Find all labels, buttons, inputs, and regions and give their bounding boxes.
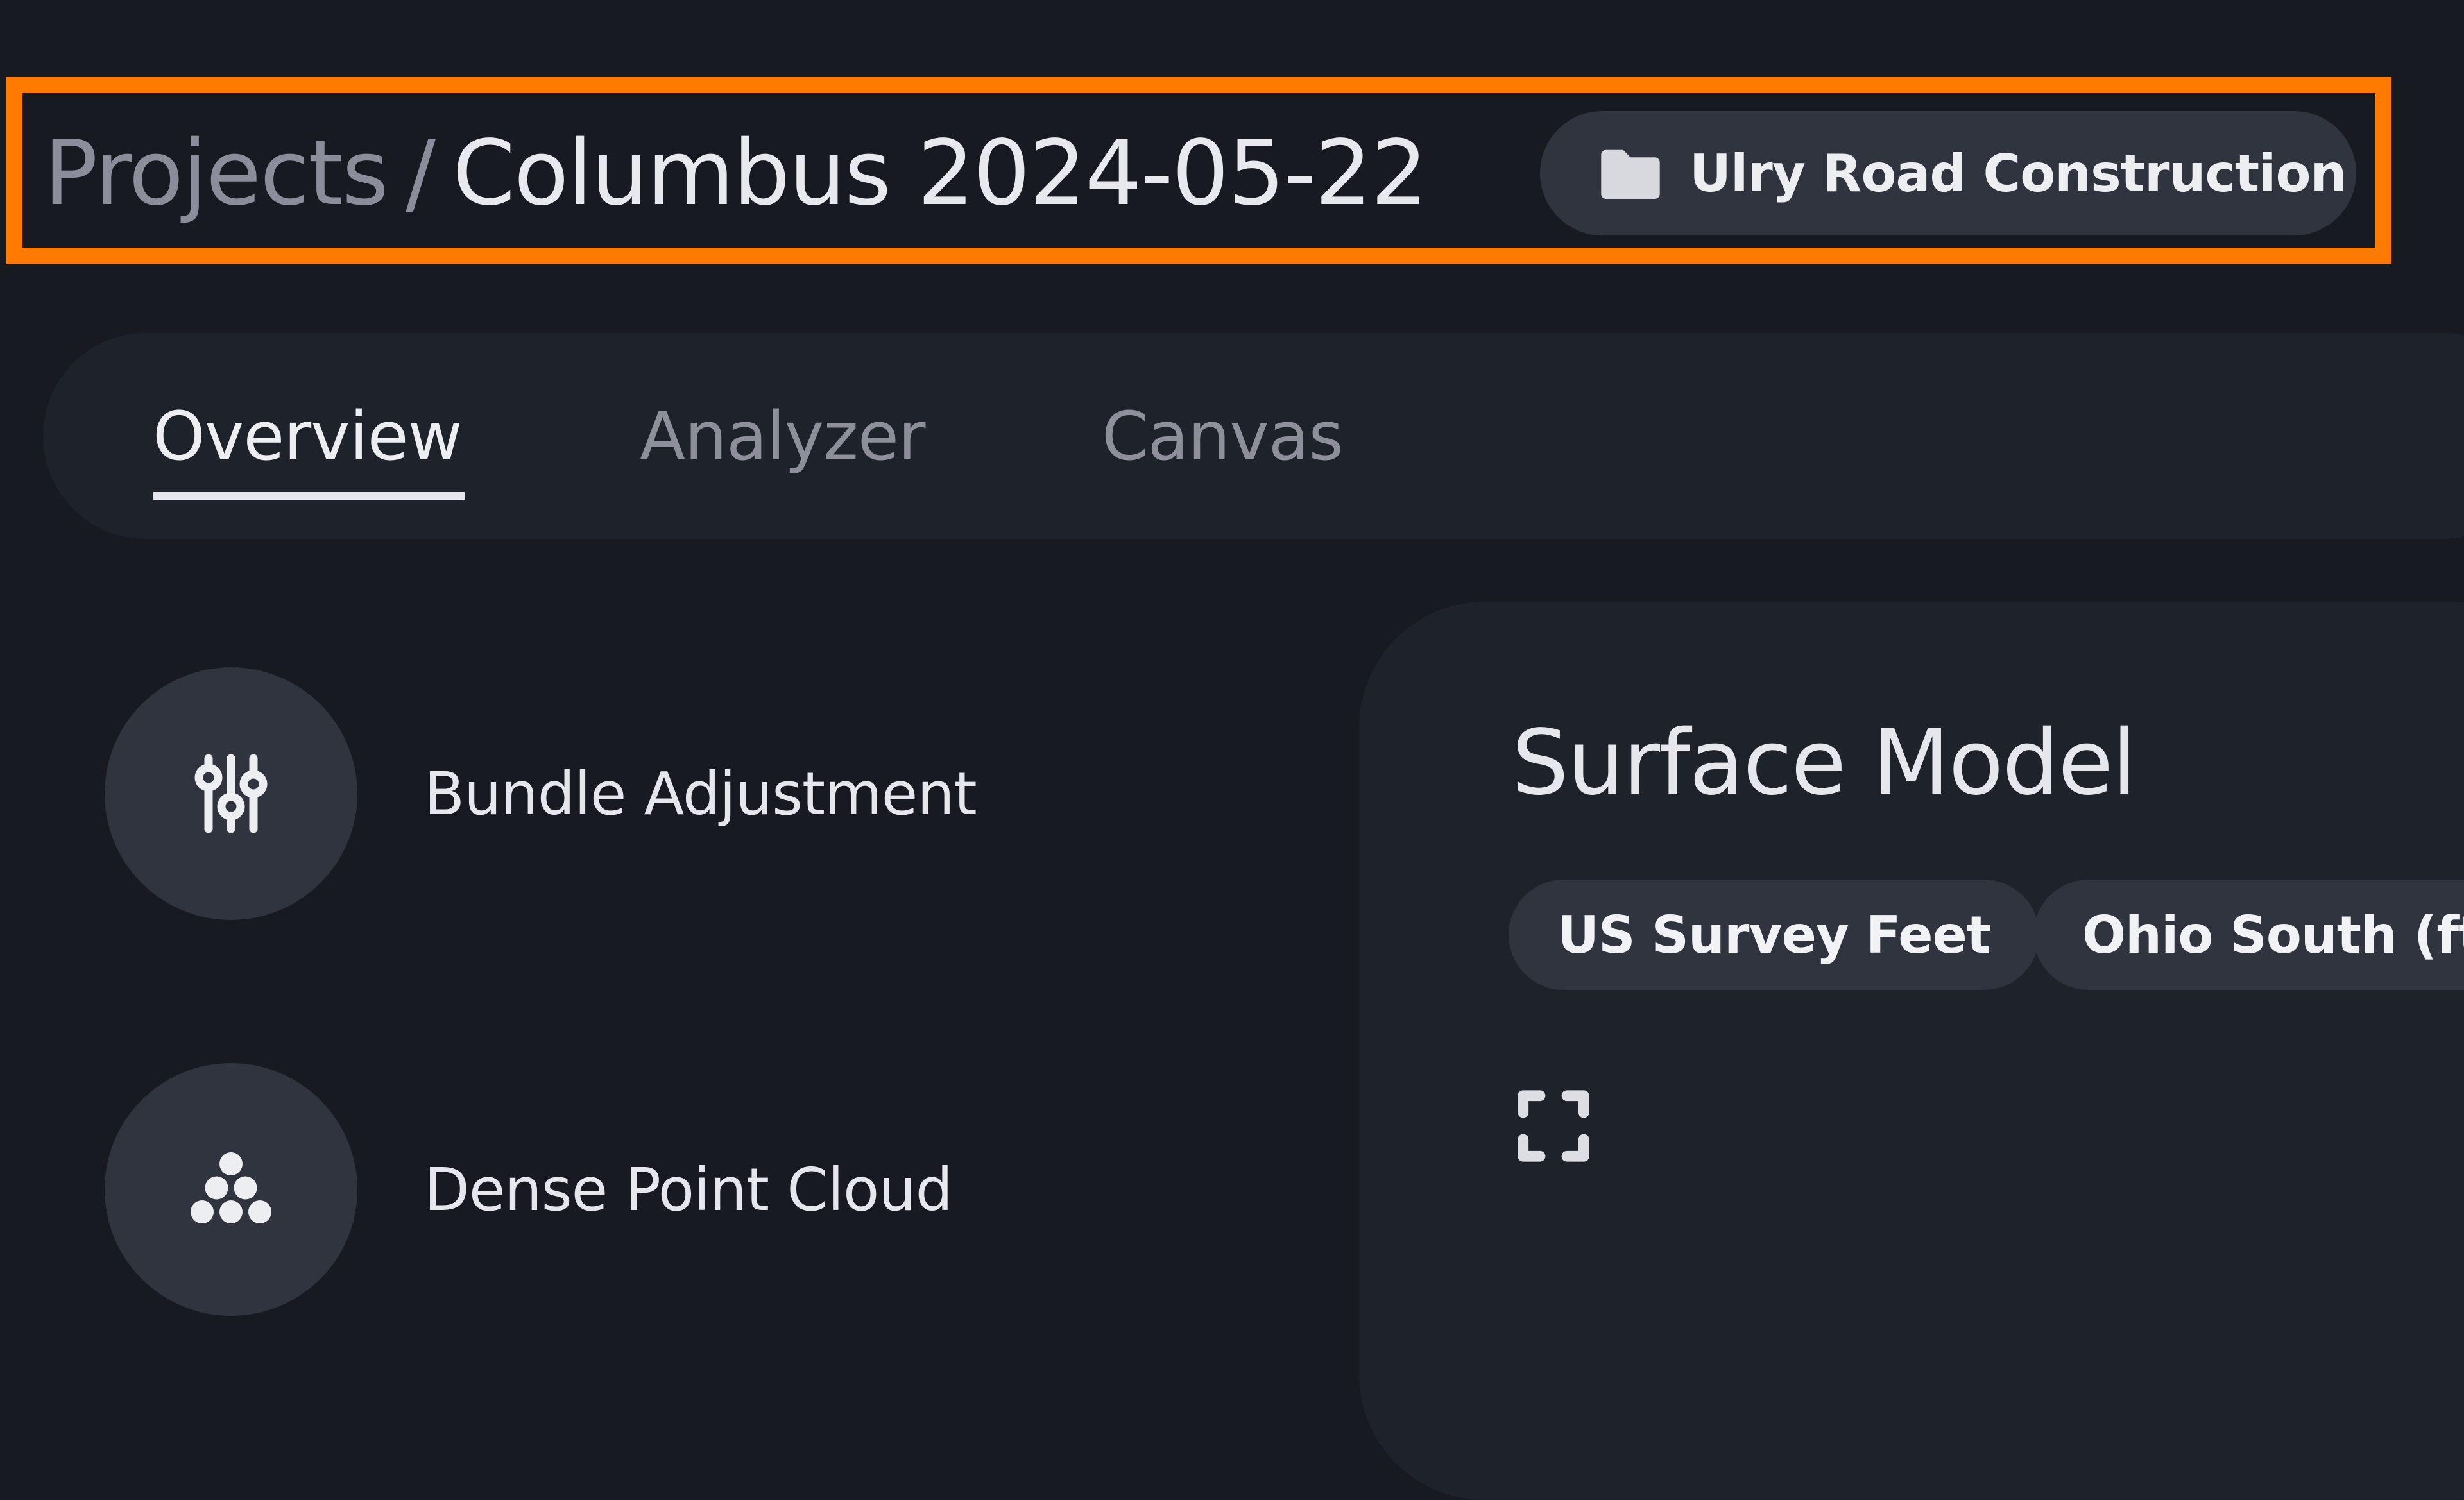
breadcrumb-separator: / [405,121,436,226]
list-item-dense-point-cloud[interactable]: Dense Point Cloud [105,1063,953,1316]
breadcrumb-root-link[interactable]: Projects [44,121,389,226]
tab-analyzer[interactable]: Analyzer [640,397,926,475]
list-item-label: Dense Point Cloud [424,1155,953,1224]
sliders-icon [194,754,268,833]
point-cloud-icon [191,1152,271,1223]
breadcrumb: Projects / Columbus 2024-05-22 [44,109,1428,237]
active-tab-indicator [153,492,465,500]
project-chip-label: Ulry Road Construction [1690,143,2347,203]
tab-canvas[interactable]: Canvas [1102,397,1344,475]
tab-bar: Overview Analyzer Canvas [43,333,2464,539]
breadcrumb-current: Columbus 2024-05-22 [452,121,1428,226]
list-item-icon-circle [105,1063,357,1316]
list-item-icon-circle [105,667,357,920]
coordinate-system-chip: Ohio South (ftUS) [2033,880,2464,990]
list-item-bundle-adjustment[interactable]: Bundle Adjustment [105,667,977,920]
units-chip: US Survey Feet [1509,880,2040,990]
surface-model-panel: Surface Model US Survey Feet Ohio South … [1359,602,2464,1500]
tab-overview[interactable]: Overview [153,397,463,475]
list-item-label: Bundle Adjustment [424,759,977,828]
expand-icon[interactable] [1513,1086,1594,1166]
folder-icon [1601,149,1660,199]
panel-title: Surface Model [1512,711,2137,815]
project-chip[interactable]: Ulry Road Construction [1540,111,2356,235]
